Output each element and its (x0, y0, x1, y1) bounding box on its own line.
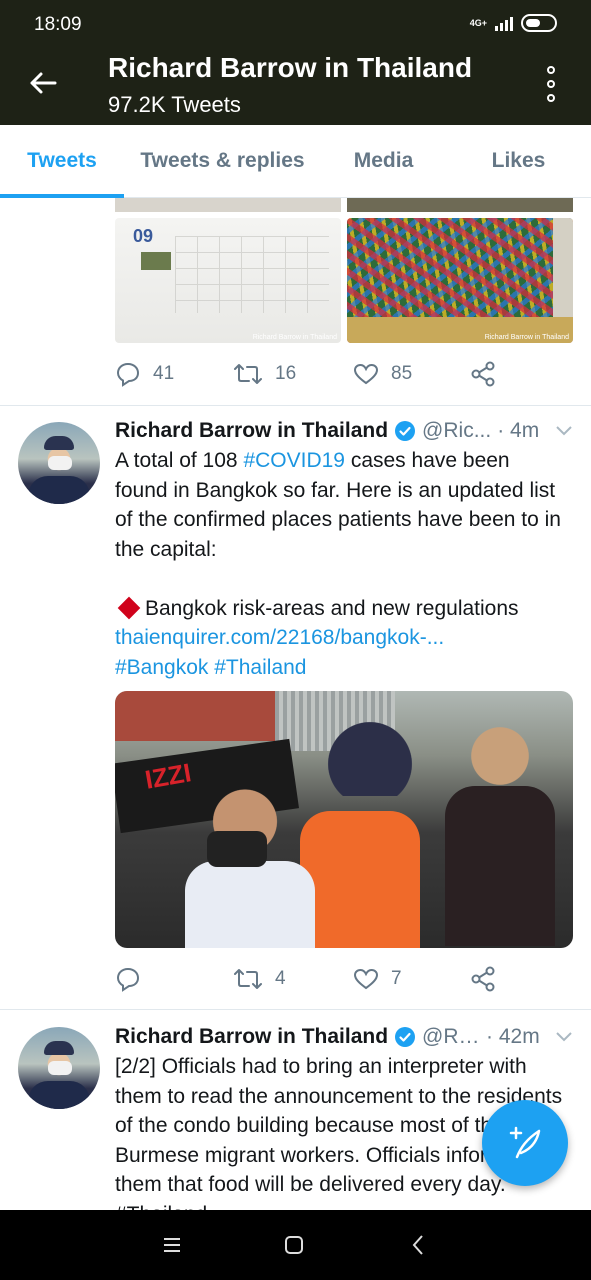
share-button[interactable] (470, 964, 496, 994)
back-button[interactable] (26, 66, 60, 100)
chevron-left-icon (412, 1235, 423, 1255)
tab-tweets-replies[interactable]: Tweets & replies (124, 125, 321, 197)
retweet-icon (234, 969, 262, 989)
square-icon (285, 1236, 303, 1254)
author-name[interactable]: Richard Barrow in Thailand (115, 1025, 388, 1049)
dot-icon (547, 94, 555, 102)
menu-icon (164, 1238, 180, 1252)
verified-icon (395, 421, 416, 441)
tab-media[interactable]: Media (321, 125, 446, 197)
hashtag-thailand[interactable]: #Thailand (214, 656, 306, 679)
tweet-image[interactable] (347, 198, 573, 212)
hashtag-bangkok[interactable]: #Bangkok (115, 656, 208, 679)
tweet-count: 97.2K Tweets (108, 92, 241, 117)
like-count: 7 (391, 968, 402, 989)
twitter-profile-screen: 18:09 4G+ Richard Barrow in Thailand 97.… (0, 0, 591, 1280)
tweet-header: Richard Barrow in Thailand @Ric... · 4m (115, 416, 575, 446)
share-icon (471, 966, 495, 992)
author-handle[interactable]: @Ric... (422, 419, 491, 443)
reply-button[interactable]: 41 (115, 359, 174, 389)
reply-button[interactable] (115, 964, 153, 994)
page-title: Richard Barrow in Thailand (108, 52, 473, 83)
dot-icon (547, 80, 555, 88)
retweet-count: 4 (275, 968, 286, 989)
compose-tweet-button[interactable] (482, 1100, 568, 1186)
image-helmet (320, 716, 420, 796)
tweet-actions: 41 16 85 (115, 359, 575, 389)
like-count: 85 (391, 363, 413, 384)
tweet-text-intro: A total of 108 (115, 449, 244, 472)
verified-icon (395, 1027, 416, 1047)
avatar-mask (48, 456, 72, 470)
signal-icon (495, 15, 513, 31)
share-icon (471, 361, 495, 387)
tab-tweets[interactable]: Tweets (0, 125, 124, 198)
avatar[interactable] (18, 1027, 100, 1109)
tweet-time[interactable]: · 4m (497, 419, 539, 443)
heart-icon (353, 968, 379, 990)
dot-icon (547, 66, 555, 74)
tab-likes[interactable]: Likes (446, 125, 591, 197)
tweet-image-painting[interactable]: Richard Barrow in Thailand (347, 218, 573, 343)
retweet-count: 16 (275, 363, 297, 384)
avatar[interactable] (18, 422, 100, 504)
author-name[interactable]: Richard Barrow in Thailand (115, 419, 388, 443)
avatar-shirt (28, 1081, 90, 1109)
battery-icon (521, 14, 557, 32)
image-woman-body (445, 786, 555, 946)
app-header: 18:09 4G+ Richard Barrow in Thailand 97.… (0, 0, 591, 125)
status-time: 18:09 (34, 14, 82, 35)
tweet-actions: 4 7 (115, 964, 575, 994)
tweet-time[interactable]: · 42m (486, 1025, 540, 1049)
image-wall (115, 691, 285, 741)
retweet-button[interactable]: 16 (233, 359, 296, 389)
like-button[interactable]: 85 (353, 359, 412, 389)
image-watermark: Richard Barrow in Thailand (252, 334, 337, 341)
network-type: 4G+ (469, 17, 487, 28)
system-back-button[interactable] (403, 1230, 433, 1260)
tweet-divider (0, 1009, 591, 1010)
chevron-down-icon[interactable] (553, 419, 575, 441)
avatar-cap (44, 1041, 74, 1055)
reply-icon (116, 362, 140, 387)
profile-tabs: Tweets Tweets & replies Media Likes (0, 125, 591, 198)
tweet-divider (0, 405, 591, 406)
reply-icon (116, 967, 140, 992)
reply-count: 41 (153, 363, 175, 384)
image-boy-mask (207, 831, 267, 867)
tweet-text-line: Bangkok risk-areas and new regulations (145, 596, 519, 620)
android-nav-bar (0, 1210, 591, 1280)
tweet-text: A total of 108 #COVID19 cases have been … (115, 446, 563, 682)
like-button[interactable]: 7 (353, 964, 402, 994)
hashtag-covid19[interactable]: #COVID19 (243, 449, 345, 472)
recent-apps-button[interactable] (157, 1230, 187, 1260)
red-diamond-icon (117, 596, 141, 620)
calendar-date: 09 (133, 226, 154, 246)
home-button[interactable] (279, 1230, 309, 1260)
retweet-button[interactable]: 4 (233, 964, 286, 994)
image-rider-vest (300, 811, 420, 948)
status-icons: 4G+ (470, 14, 557, 32)
heart-icon (353, 363, 379, 385)
timeline[interactable]: 09 Richard Barrow in Thailand Richard Ba… (0, 198, 591, 1210)
arrow-left-icon (30, 72, 57, 94)
chevron-down-icon[interactable] (553, 1025, 575, 1047)
avatar-cap (44, 436, 74, 450)
image-watermark: Richard Barrow in Thailand (484, 334, 569, 341)
author-handle[interactable]: @Ri... (422, 1025, 480, 1049)
calendar-grid (175, 236, 329, 313)
image-boy-shirt (185, 861, 315, 948)
calendar-picture (141, 252, 171, 270)
feather-plus-icon (509, 1126, 541, 1159)
tweet-image-street[interactable]: IZZI (115, 691, 573, 948)
tweet-header: Richard Barrow in Thailand @Ri... · 42m (115, 1022, 575, 1052)
tweet-image[interactable] (115, 198, 341, 212)
avatar-shirt (28, 476, 90, 504)
tweet-link[interactable]: thaienquirer.com/22168/bangkok-... (115, 626, 444, 649)
more-options-button[interactable] (541, 66, 561, 102)
retweet-icon (234, 364, 262, 384)
share-button[interactable] (470, 359, 496, 389)
tweet-image-calendar[interactable]: 09 Richard Barrow in Thailand (115, 218, 341, 343)
avatar-mask (48, 1061, 72, 1075)
